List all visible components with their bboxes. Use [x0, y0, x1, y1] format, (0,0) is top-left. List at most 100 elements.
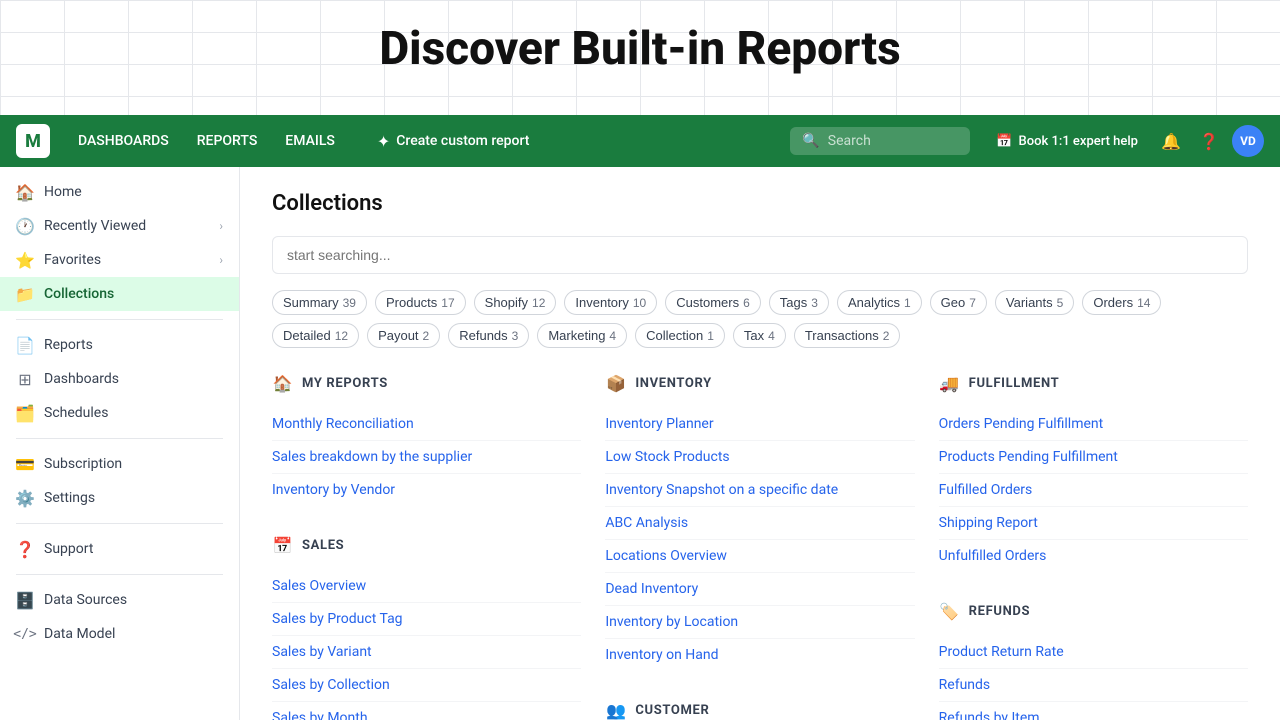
credit-card-icon: 💳 — [16, 455, 34, 473]
create-custom-report-label: Create custom report — [396, 133, 529, 149]
topnav-search[interactable]: 🔍 Search — [790, 127, 970, 155]
sidebar-item-favorites[interactable]: ⭐ Favorites › — [0, 243, 239, 277]
report-locations-overview[interactable]: Locations Overview — [605, 540, 914, 573]
filter-analytics[interactable]: Analytics 1 — [837, 290, 922, 315]
section-customer-header: 👥 CUSTOMER — [605, 699, 914, 720]
main-layout: 🏠 Home 🕐 Recently Viewed › ⭐ Favorites ›… — [0, 167, 1280, 720]
sidebar-item-settings[interactable]: ⚙️ Settings — [0, 481, 239, 515]
tag-section-icon: 🏷️ — [939, 600, 961, 622]
report-sales-breakdown-supplier[interactable]: Sales breakdown by the supplier — [272, 441, 581, 474]
topnav-logo[interactable]: M — [16, 124, 50, 158]
report-low-stock-products[interactable]: Low Stock Products — [605, 441, 914, 474]
sidebar-label-schedules: Schedules — [44, 405, 108, 421]
filter-shopify[interactable]: Shopify 12 — [474, 290, 557, 315]
report-shipping-report[interactable]: Shipping Report — [939, 507, 1248, 540]
section-fulfillment: 🚚 FULFILLMENT Orders Pending Fulfillment… — [939, 372, 1248, 572]
report-orders-pending-fulfillment[interactable]: Orders Pending Fulfillment — [939, 408, 1248, 441]
section-refunds: 🏷️ REFUNDS Product Return Rate Refunds R… — [939, 600, 1248, 720]
help-icon[interactable]: ❓ — [1194, 126, 1224, 156]
section-sales: 📅 SALES Sales Overview Sales by Product … — [272, 534, 581, 720]
report-inventory-planner[interactable]: Inventory Planner — [605, 408, 914, 441]
sidebar-item-data-sources[interactable]: 🗄️ Data Sources — [0, 583, 239, 617]
calendar-icon: 📅 — [996, 134, 1012, 149]
report-abc-analysis[interactable]: ABC Analysis — [605, 507, 914, 540]
report-products-pending-fulfillment[interactable]: Products Pending Fulfillment — [939, 441, 1248, 474]
filter-customers[interactable]: Customers 6 — [665, 290, 761, 315]
sidebar-item-support[interactable]: ❓ Support — [0, 532, 239, 566]
report-fulfilled-orders[interactable]: Fulfilled Orders — [939, 474, 1248, 507]
filter-summary[interactable]: Summary 39 — [272, 290, 367, 315]
report-sales-by-variant[interactable]: Sales by Variant — [272, 636, 581, 669]
create-custom-report-button[interactable]: ✦ Create custom report — [363, 126, 544, 157]
sidebar-label-reports: Reports — [44, 337, 93, 353]
sidebar-item-recently-viewed[interactable]: 🕐 Recently Viewed › — [0, 209, 239, 243]
box-section-icon: 📦 — [605, 372, 627, 394]
filter-orders[interactable]: Orders 14 — [1082, 290, 1161, 315]
gear-icon: ⚙️ — [16, 489, 34, 507]
report-sales-by-month[interactable]: Sales by Month — [272, 702, 581, 720]
section-my-reports-header: 🏠 MY REPORTS — [272, 372, 581, 394]
home-section-icon: 🏠 — [272, 372, 294, 394]
sidebar-label-data-sources: Data Sources — [44, 592, 127, 608]
topnav-links: DASHBOARDS REPORTS EMAILS — [66, 127, 347, 155]
book-help-button[interactable]: 📅 Book 1:1 expert help — [986, 128, 1148, 155]
section-customer: 👥 CUSTOMER Customers with More Than 3 Or… — [605, 699, 914, 720]
report-unfulfilled-orders[interactable]: Unfulfilled Orders — [939, 540, 1248, 572]
filter-products[interactable]: Products 17 — [375, 290, 466, 315]
report-sales-overview[interactable]: Sales Overview — [272, 570, 581, 603]
section-fulfillment-header: 🚚 FULFILLMENT — [939, 372, 1248, 394]
report-inventory-by-vendor[interactable]: Inventory by Vendor — [272, 474, 581, 506]
sidebar-item-collections[interactable]: 📁 Collections — [0, 277, 239, 311]
sidebar-label-favorites: Favorites — [44, 252, 101, 268]
column-2: 📦 INVENTORY Inventory Planner Low Stock … — [605, 372, 914, 720]
sidebar-divider-2 — [16, 438, 223, 439]
report-refunds[interactable]: Refunds — [939, 669, 1248, 702]
sidebar-label-recently-viewed: Recently Viewed — [44, 218, 146, 234]
reports-grid: 🏠 MY REPORTS Monthly Reconciliation Sale… — [272, 372, 1248, 720]
filter-detailed[interactable]: Detailed 12 — [272, 323, 359, 348]
sidebar-item-dashboards[interactable]: ⊞ Dashboards — [0, 362, 239, 396]
nav-emails[interactable]: EMAILS — [273, 127, 347, 155]
report-inventory-on-hand[interactable]: Inventory on Hand — [605, 639, 914, 671]
sidebar-item-subscription[interactable]: 💳 Subscription — [0, 447, 239, 481]
sidebar-item-reports[interactable]: 📄 Reports — [0, 328, 239, 362]
filter-transactions[interactable]: Transactions 2 — [794, 323, 901, 348]
report-monthly-reconciliation[interactable]: Monthly Reconciliation — [272, 408, 581, 441]
section-inventory-header: 📦 INVENTORY — [605, 372, 914, 394]
section-my-reports: 🏠 MY REPORTS Monthly Reconciliation Sale… — [272, 372, 581, 506]
filter-refunds[interactable]: Refunds 3 — [448, 323, 529, 348]
report-sales-by-collection[interactable]: Sales by Collection — [272, 669, 581, 702]
chevron-right-icon-2: › — [219, 253, 223, 267]
document-icon: 📄 — [16, 336, 34, 354]
filter-geo[interactable]: Geo 7 — [930, 290, 987, 315]
filter-variants[interactable]: Variants 5 — [995, 290, 1074, 315]
user-avatar[interactable]: VD — [1232, 125, 1264, 157]
filter-tax[interactable]: Tax 4 — [733, 323, 786, 348]
clock-icon: 🕐 — [16, 217, 34, 235]
section-sales-header: 📅 SALES — [272, 534, 581, 556]
nav-reports[interactable]: REPORTS — [185, 127, 270, 155]
collections-search-input[interactable] — [272, 236, 1248, 274]
grid-icon: ⊞ — [16, 370, 34, 388]
filter-marketing[interactable]: Marketing 4 — [537, 323, 627, 348]
sidebar-item-data-model[interactable]: </> Data Model — [0, 617, 239, 651]
sidebar-label-support: Support — [44, 541, 93, 557]
question-icon: ❓ — [16, 540, 34, 558]
notifications-icon[interactable]: 🔔 — [1156, 126, 1186, 156]
report-refunds-by-item[interactable]: Refunds by Item — [939, 702, 1248, 720]
topnav: M DASHBOARDS REPORTS EMAILS ✦ Create cus… — [0, 115, 1280, 167]
filter-tags[interactable]: Tags 3 — [769, 290, 829, 315]
report-inventory-by-location[interactable]: Inventory by Location — [605, 606, 914, 639]
filter-collection[interactable]: Collection 1 — [635, 323, 725, 348]
report-inventory-snapshot[interactable]: Inventory Snapshot on a specific date — [605, 474, 914, 507]
sidebar-item-schedules[interactable]: 🗂️ Schedules — [0, 396, 239, 430]
report-sales-by-product-tag[interactable]: Sales by Product Tag — [272, 603, 581, 636]
filter-payout[interactable]: Payout 2 — [367, 323, 440, 348]
filter-inventory[interactable]: Inventory 10 — [564, 290, 657, 315]
chevron-right-icon: › — [219, 219, 223, 233]
sidebar-item-home[interactable]: 🏠 Home — [0, 175, 239, 209]
hero-title: Discover Built-in Reports — [0, 22, 1280, 76]
nav-dashboards[interactable]: DASHBOARDS — [66, 127, 181, 155]
report-product-return-rate[interactable]: Product Return Rate — [939, 636, 1248, 669]
report-dead-inventory[interactable]: Dead Inventory — [605, 573, 914, 606]
